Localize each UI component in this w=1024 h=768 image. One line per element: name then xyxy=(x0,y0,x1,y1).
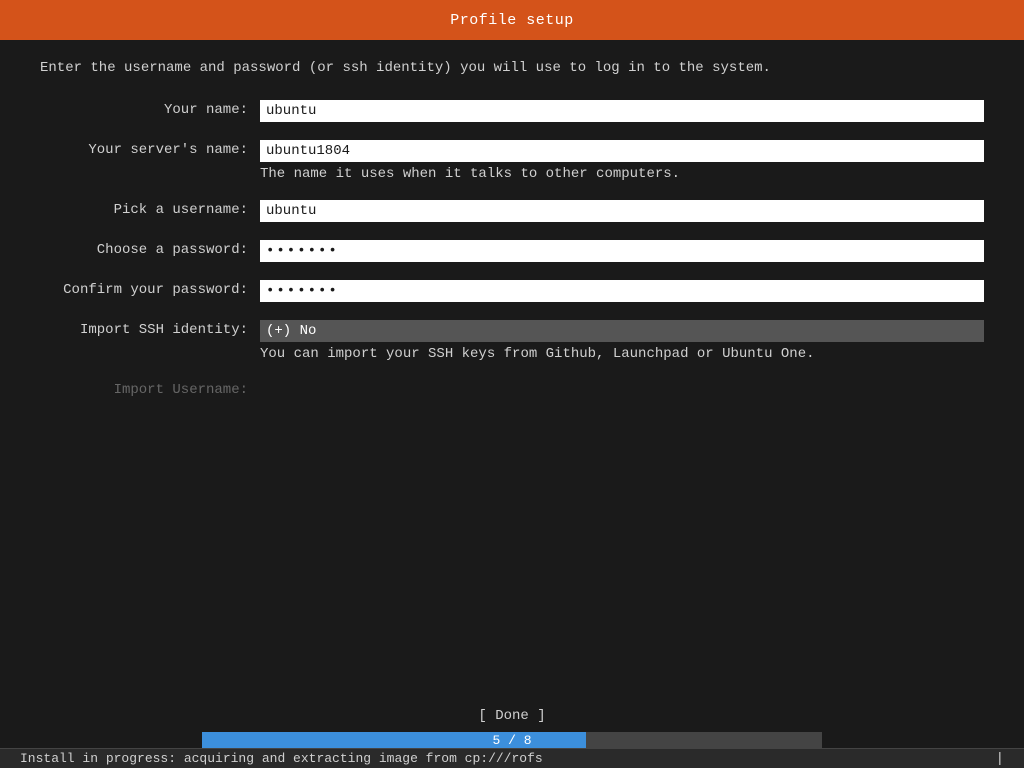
footer-area: [ Done ] xyxy=(0,704,1024,728)
status-text: Install in progress: acquiring and extra… xyxy=(20,751,543,766)
main-content: Enter the username and password (or ssh … xyxy=(0,40,1024,436)
server-name-field-wrapper: The name it uses when it talks to other … xyxy=(260,140,984,182)
confirm-password-field-wrapper xyxy=(260,280,984,302)
server-name-row: Your server's name: The name it uses whe… xyxy=(40,140,984,182)
your-name-label: Your name: xyxy=(40,100,260,118)
your-name-field-wrapper xyxy=(260,100,984,122)
username-row: Pick a username: xyxy=(40,200,984,222)
import-username-row: Import Username: xyxy=(40,380,984,398)
your-name-input[interactable] xyxy=(260,100,984,122)
import-username-label: Import Username: xyxy=(40,380,260,398)
password-row: Choose a password: xyxy=(40,240,984,262)
server-name-hint: The name it uses when it talks to other … xyxy=(260,166,984,182)
ssh-identity-value: (+) No xyxy=(266,323,316,339)
progress-bar-container: 5 / 8 xyxy=(202,732,822,748)
password-input[interactable] xyxy=(260,240,984,262)
done-button[interactable]: [ Done ] xyxy=(458,704,565,728)
your-name-row: Your name: xyxy=(40,100,984,122)
progress-text: 5 / 8 xyxy=(202,732,822,748)
username-input[interactable] xyxy=(260,200,984,222)
password-label: Choose a password: xyxy=(40,240,260,258)
confirm-password-row: Confirm your password: xyxy=(40,280,984,302)
ssh-identity-toggle[interactable]: (+) No xyxy=(260,320,984,342)
password-field-wrapper xyxy=(260,240,984,262)
username-field-wrapper xyxy=(260,200,984,222)
confirm-password-input[interactable] xyxy=(260,280,984,302)
server-name-input[interactable] xyxy=(260,140,984,162)
server-name-label: Your server's name: xyxy=(40,140,260,158)
intro-text: Enter the username and password (or ssh … xyxy=(40,60,984,76)
status-pipe: | xyxy=(996,751,1004,767)
username-label: Pick a username: xyxy=(40,200,260,218)
ssh-identity-field-wrapper: (+) No You can import your SSH keys from… xyxy=(260,320,984,362)
ssh-identity-row: Import SSH identity: (+) No You can impo… xyxy=(40,320,984,362)
header: Profile setup xyxy=(0,0,1024,40)
ssh-identity-label: Import SSH identity: xyxy=(40,320,260,338)
header-title: Profile setup xyxy=(450,12,574,29)
confirm-password-label: Confirm your password: xyxy=(40,280,260,298)
progress-area: 5 / 8 xyxy=(0,732,1024,748)
ssh-identity-hint: You can import your SSH keys from Github… xyxy=(260,346,984,362)
status-bar: Install in progress: acquiring and extra… xyxy=(0,748,1024,768)
